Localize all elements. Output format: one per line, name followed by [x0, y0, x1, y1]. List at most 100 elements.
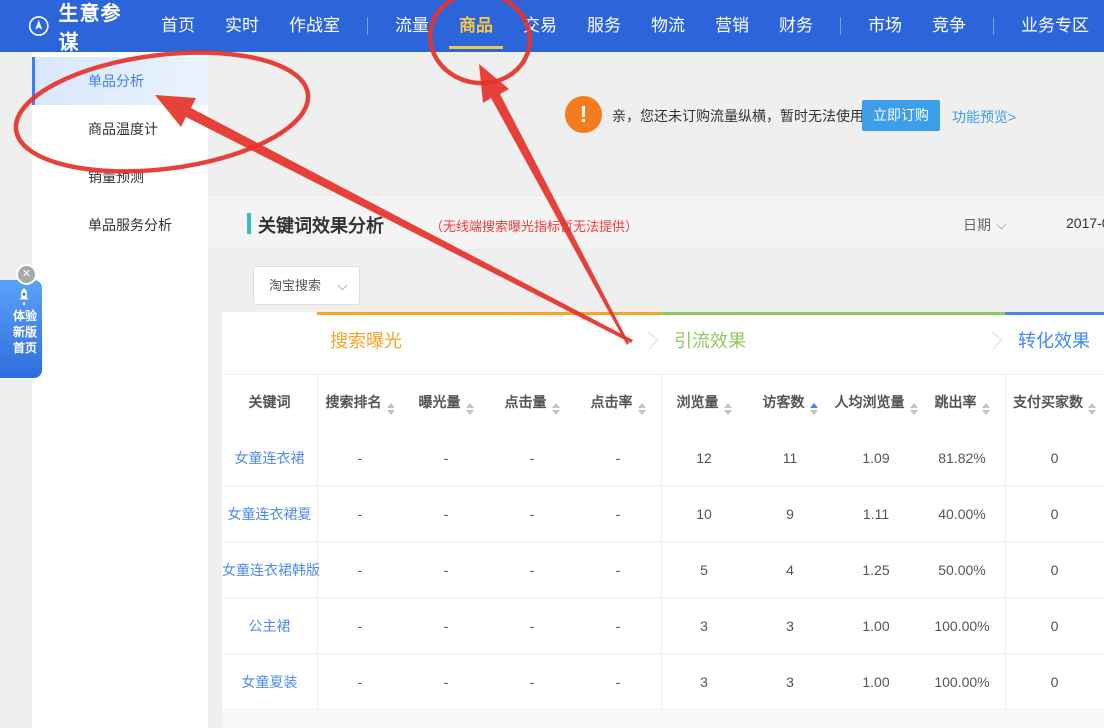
- nav-item-首页[interactable]: 首页: [161, 0, 195, 52]
- cell: 1.00: [833, 654, 919, 710]
- column-header-搜索排名[interactable]: 搜索排名: [317, 375, 403, 430]
- group-separator-chevron: [640, 331, 658, 349]
- group-label-转化效果: 转化效果: [1018, 327, 1090, 353]
- keyword-link[interactable]: 女童连衣裙: [222, 430, 317, 486]
- sidebar-item-单品服务分析[interactable]: 单品服务分析: [32, 201, 208, 249]
- sidebar-item-商品温度计[interactable]: 商品温度计: [32, 105, 208, 153]
- table-row: 女童连衣裙韩版----541.2550.00%0: [222, 542, 1104, 598]
- section-header: 关键词效果分析 （无线端搜索曝光指标暂无法提供） 日期 2017-0: [208, 195, 1104, 250]
- cell: -: [403, 654, 489, 710]
- cell: -: [489, 654, 575, 710]
- nav-divider: [993, 17, 994, 35]
- sort-icon[interactable]: [1088, 403, 1096, 415]
- cell: -: [317, 486, 403, 542]
- cell: -: [575, 486, 661, 542]
- cell: 0: [1005, 654, 1104, 710]
- nav-item-营销[interactable]: 营销: [715, 0, 749, 52]
- cell: 40.00%: [919, 486, 1005, 542]
- alert-message: 亲，您还未订购流量纵横，暂时无法使用！: [612, 106, 878, 126]
- nav-item-竞争[interactable]: 竞争: [932, 0, 966, 52]
- top-navbar: 生意参谋 首页实时作战室 流量商品交易服务物流营销财务 市场竞争 业务专区: [0, 0, 1104, 52]
- cell: -: [403, 542, 489, 598]
- subscribe-button[interactable]: 立即订购: [862, 100, 940, 131]
- cell: -: [489, 598, 575, 654]
- column-header-人均浏览量[interactable]: 人均浏览量: [833, 375, 919, 430]
- group-border-引流效果: [661, 312, 1005, 315]
- group-label-搜索曝光: 搜索曝光: [330, 327, 402, 353]
- cell: -: [489, 486, 575, 542]
- cell: -: [403, 430, 489, 486]
- search-type-dropdown[interactable]: 淘宝搜索: [253, 266, 360, 305]
- cell: -: [575, 598, 661, 654]
- keyword-link[interactable]: 女童连衣裙韩版: [222, 542, 317, 598]
- sort-icon[interactable]: [810, 403, 818, 415]
- cell: -: [575, 430, 661, 486]
- title-accent-bar: [247, 213, 251, 234]
- group-border-转化效果: [1005, 312, 1104, 315]
- chevron-down-icon: [997, 220, 1007, 230]
- cell: -: [489, 430, 575, 486]
- cell: -: [317, 542, 403, 598]
- new-version-badge[interactable]: 体验新版首页: [0, 280, 42, 378]
- panel-footer: [222, 711, 1104, 728]
- cell: 10: [661, 486, 747, 542]
- column-header-点击量[interactable]: 点击量: [489, 375, 575, 430]
- nav-item-作战室[interactable]: 作战室: [289, 0, 340, 52]
- nav-item-服务[interactable]: 服务: [587, 0, 621, 52]
- cell: -: [403, 598, 489, 654]
- column-header-点击率[interactable]: 点击率: [575, 375, 661, 430]
- badge-text: 体验新版首页: [13, 308, 37, 356]
- close-icon[interactable]: [16, 264, 37, 285]
- chevron-down-icon: [338, 281, 348, 291]
- table-row: 女童连衣裙夏----1091.1140.00%0: [222, 486, 1104, 542]
- sort-icon[interactable]: [387, 403, 395, 415]
- column-header-支付买家数[interactable]: 支付买家数: [1005, 375, 1104, 430]
- nav-item-流量[interactable]: 流量: [395, 0, 429, 52]
- column-header-访客数[interactable]: 访客数: [747, 375, 833, 430]
- cell: 3: [747, 654, 833, 710]
- brand[interactable]: 生意参谋: [28, 0, 128, 55]
- feature-preview-link[interactable]: 功能预览>: [952, 107, 1016, 127]
- date-filter[interactable]: 日期: [963, 215, 1005, 235]
- sort-icon[interactable]: [982, 403, 990, 415]
- group-separator-chevron: [984, 331, 1002, 349]
- cell: 11: [747, 430, 833, 486]
- sort-icon[interactable]: [466, 403, 474, 415]
- sycm-item-analysis-page: { "nav": { "brand": "生意参谋", "items": [ {…: [0, 0, 1104, 728]
- cell: 0: [1005, 542, 1104, 598]
- rocket-icon: [14, 286, 34, 308]
- nav-item-实时[interactable]: 实时: [225, 0, 259, 52]
- sort-icon[interactable]: [638, 403, 646, 415]
- nav-item-业务专区[interactable]: 业务专区: [1021, 0, 1089, 52]
- nav-item-物流[interactable]: 物流: [651, 0, 685, 52]
- cell: 12: [661, 430, 747, 486]
- sort-icon[interactable]: [724, 403, 732, 415]
- nav-item-财务[interactable]: 财务: [779, 0, 813, 52]
- group-label-引流效果: 引流效果: [674, 327, 746, 353]
- cell: 0: [1005, 598, 1104, 654]
- section-note: （无线端搜索曝光指标暂无法提供）: [430, 216, 638, 235]
- date-value[interactable]: 2017-0: [1066, 215, 1104, 231]
- compass-logo-icon: [28, 13, 50, 39]
- cell: 100.00%: [919, 598, 1005, 654]
- sort-icon[interactable]: [910, 403, 918, 415]
- keyword-link[interactable]: 女童夏装: [222, 654, 317, 710]
- group-border-搜索曝光: [317, 312, 661, 315]
- cell: 81.82%: [919, 430, 1005, 486]
- sidebar-item-单品分析[interactable]: 单品分析: [32, 57, 208, 105]
- column-header-跳出率[interactable]: 跳出率: [919, 375, 1005, 430]
- nav-item-商品[interactable]: 商品: [459, 0, 493, 52]
- column-header-浏览量[interactable]: 浏览量: [661, 375, 747, 430]
- keyword-link[interactable]: 女童连衣裙夏: [222, 486, 317, 542]
- cell: 4: [747, 542, 833, 598]
- column-header-曝光量[interactable]: 曝光量: [403, 375, 489, 430]
- cell: -: [489, 542, 575, 598]
- keyword-link[interactable]: 公主裙: [222, 598, 317, 654]
- cell: 1.00: [833, 598, 919, 654]
- nav-items: 首页实时作战室 流量商品交易服务物流营销财务 市场竞争 业务专区: [146, 0, 1104, 52]
- nav-item-交易[interactable]: 交易: [523, 0, 557, 52]
- nav-item-市场[interactable]: 市场: [868, 0, 902, 52]
- sort-icon[interactable]: [552, 403, 560, 415]
- sidebar-item-销量预测[interactable]: 销量预测: [32, 153, 208, 201]
- cell: 1.09: [833, 430, 919, 486]
